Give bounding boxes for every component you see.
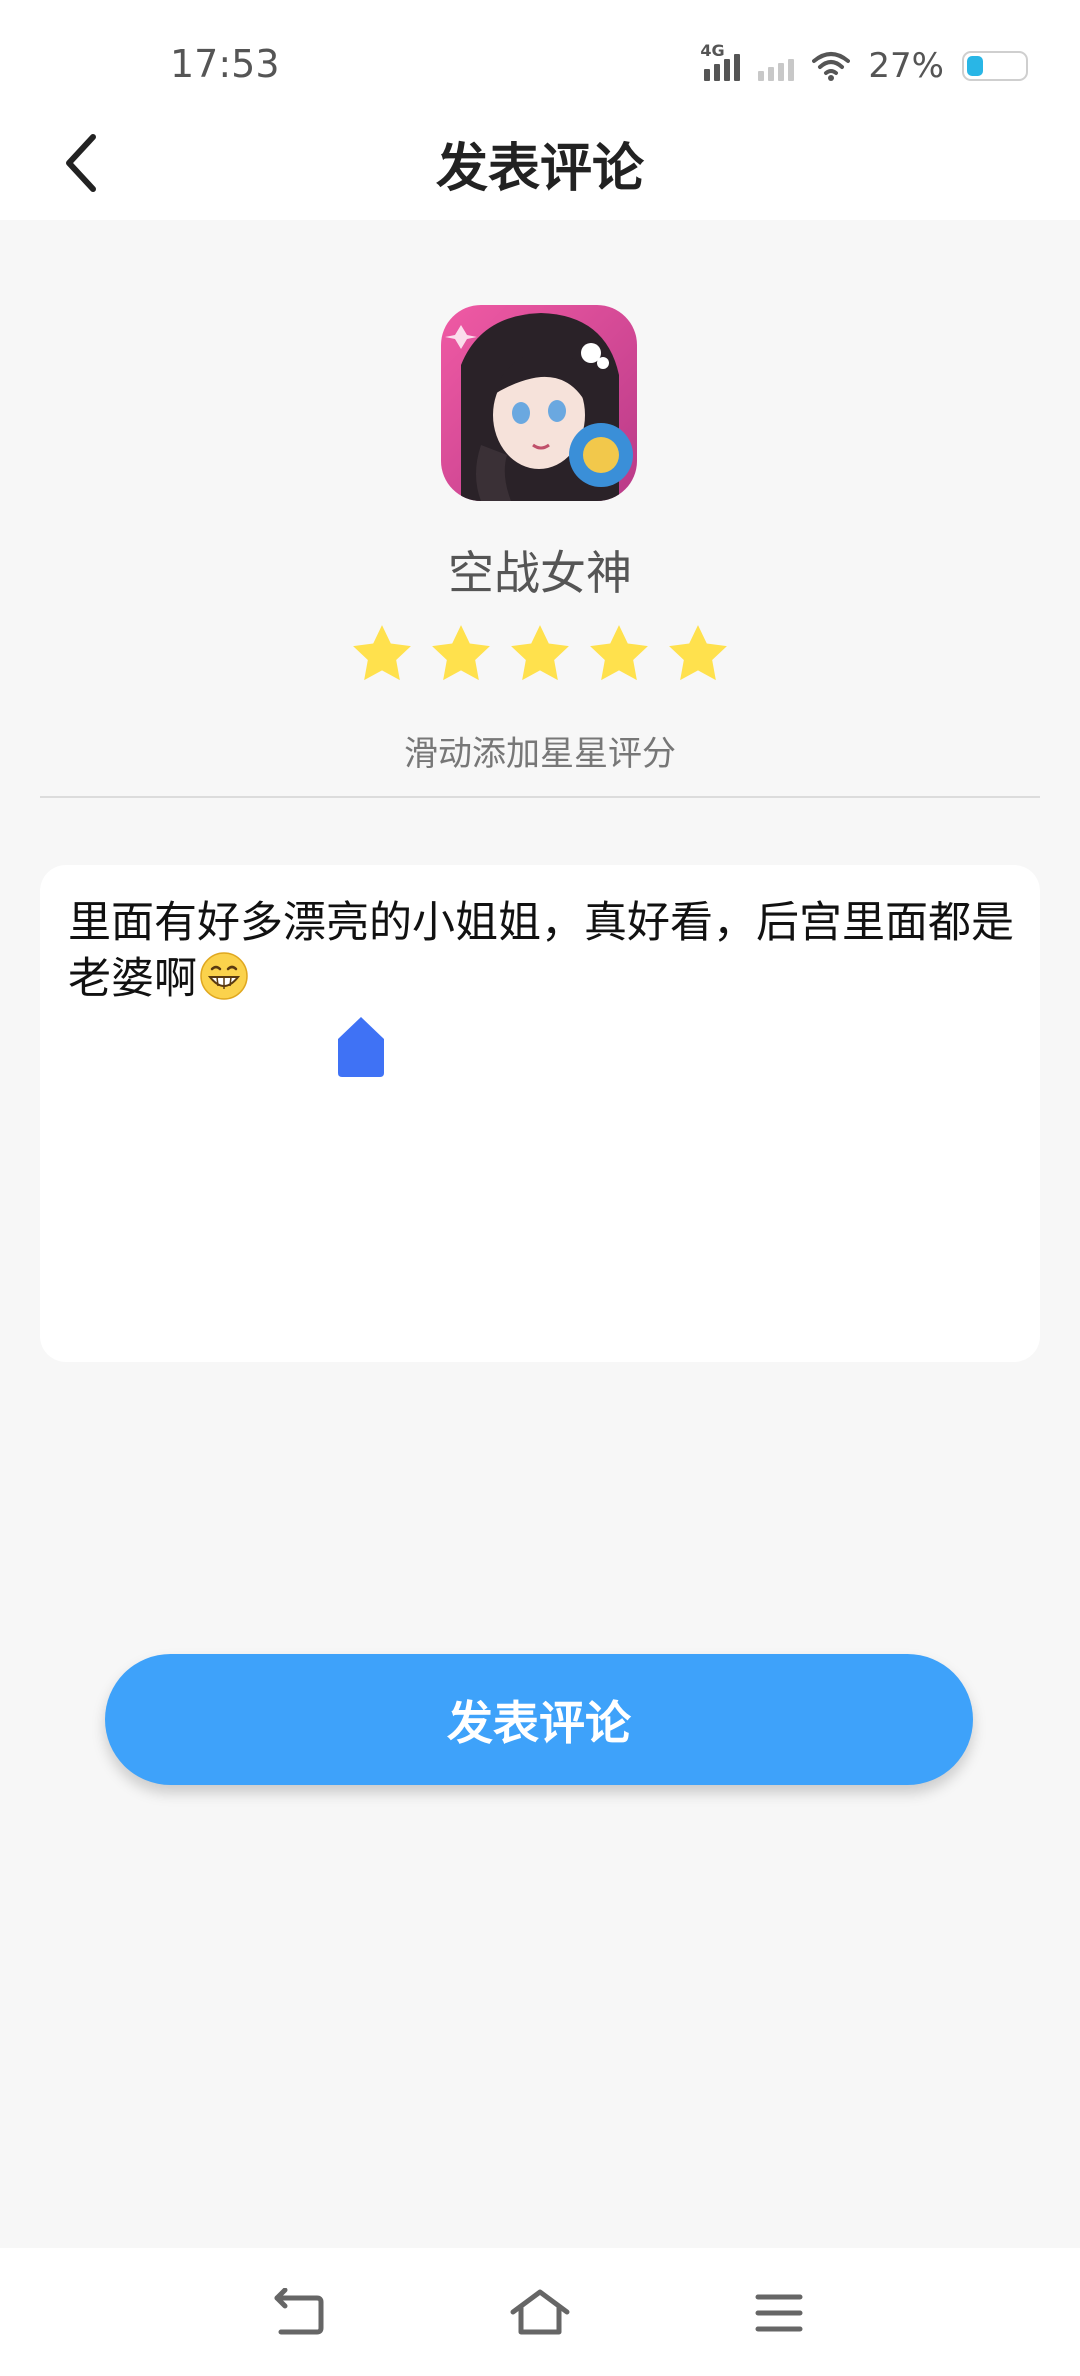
status-bar: 17:53 4G 27% <box>0 0 1080 110</box>
page-title: 发表评论 <box>435 139 644 199</box>
app-name: 空战女神 <box>448 546 632 600</box>
header: 发表评论 <box>0 110 1080 220</box>
signal-4g-icon: 4G <box>700 41 741 81</box>
battery-icon <box>962 51 1028 81</box>
menu-nav-button[interactable] <box>744 2278 814 2348</box>
home-nav-button[interactable] <box>505 2278 575 2348</box>
star-icon[interactable] <box>348 620 416 688</box>
battery-fill <box>967 56 983 76</box>
star-rating[interactable] <box>348 620 732 698</box>
system-nav-bar <box>0 2248 1080 2376</box>
status-icons: 4G 27% <box>700 41 1028 88</box>
grinning-face-emoji <box>200 952 248 1000</box>
game-app-icon <box>441 305 637 501</box>
back-nav-button[interactable] <box>264 2278 334 2348</box>
status-time: 17:53 <box>170 42 280 86</box>
star-icon[interactable] <box>427 620 495 688</box>
text-cursor-handle[interactable] <box>336 1015 386 1079</box>
comment-text-wrapper: 里面有好多漂亮的小姐姐，真好看，后宫里面都是老婆啊 <box>68 895 1018 1007</box>
menu-nav-icon <box>755 2294 803 2332</box>
back-nav-icon <box>274 2288 324 2335</box>
star-icon[interactable] <box>585 620 653 688</box>
home-nav-icon <box>510 2289 570 2335</box>
star-icon[interactable] <box>506 620 574 688</box>
star-icon[interactable] <box>664 620 732 688</box>
divider <box>40 796 1040 798</box>
wifi-icon <box>812 52 851 81</box>
submit-comment-button[interactable]: 发表评论 <box>105 1654 973 1785</box>
battery-percent: 27% <box>868 46 944 86</box>
comment-input[interactable]: 里面有好多漂亮的小姐姐，真好看，后宫里面都是老婆啊 <box>40 865 1040 1362</box>
network-tag: 4G <box>700 41 725 60</box>
rating-hint: 滑动添加星星评分 <box>404 734 676 774</box>
signal-sim2-icon <box>758 51 795 81</box>
